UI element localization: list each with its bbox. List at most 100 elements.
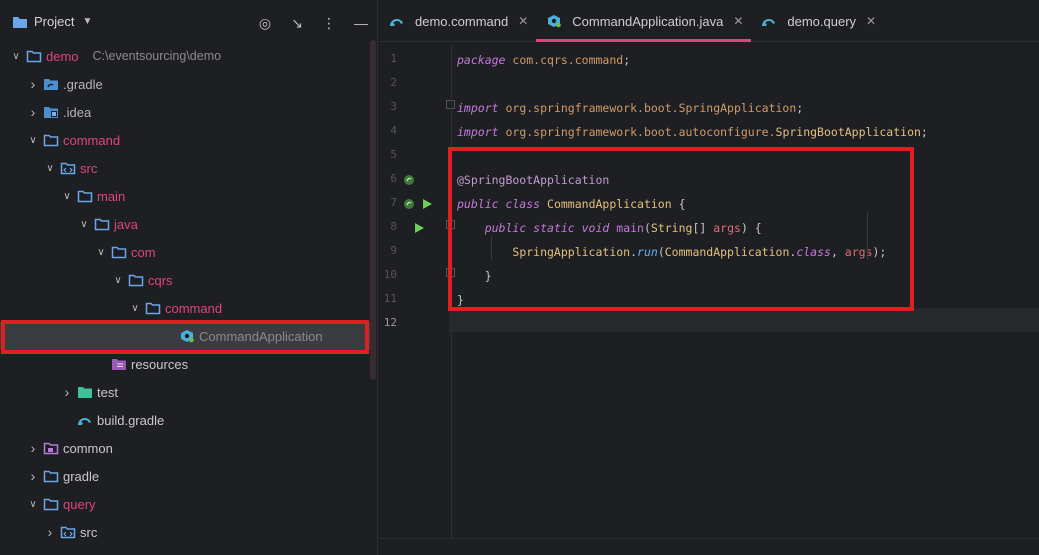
code-token: com.cqrs.command xyxy=(512,53,624,67)
tree-item[interactable]: › .gradle xyxy=(0,70,370,98)
tree-item[interactable]: ∨ cqrs xyxy=(0,266,370,294)
code-line[interactable]: public static void main(String[] args) { xyxy=(457,216,762,240)
tree-item[interactable]: ›CommandApplication xyxy=(0,322,370,350)
chevron-down-icon[interactable]: ∨ xyxy=(127,303,143,314)
tab-label: demo.command xyxy=(415,13,509,29)
tree-item-label: com xyxy=(131,244,156,260)
tree-item-label: java xyxy=(114,216,138,232)
close-icon[interactable]: ✕ xyxy=(866,14,876,28)
code-token: . xyxy=(630,245,638,259)
close-icon[interactable]: ✕ xyxy=(733,14,743,28)
tree-item-label: build.gradle xyxy=(97,412,165,428)
code-line[interactable]: } xyxy=(457,264,492,288)
current-line-highlight xyxy=(449,308,1039,332)
code-token: ( xyxy=(657,245,665,259)
tree-item-label: resources xyxy=(131,356,189,372)
tree-item[interactable]: ∨ demo C:\eventsourcing\demo xyxy=(0,42,370,70)
tree-item[interactable]: ∨ java xyxy=(0,210,370,238)
tree-item-label: demo xyxy=(46,48,79,64)
target-icon[interactable]: ◎ xyxy=(256,14,274,32)
chevron-down-icon[interactable]: ∨ xyxy=(25,499,41,510)
tree-item-label: command xyxy=(165,300,223,316)
line-number: 1 xyxy=(390,52,397,65)
code-line[interactable]: } xyxy=(457,288,464,312)
tree-item[interactable]: ›resources xyxy=(0,350,370,378)
chevron-right-icon[interactable]: › xyxy=(59,384,75,400)
spring-bean-icon[interactable] xyxy=(403,174,415,189)
chevron-right-icon[interactable]: › xyxy=(25,76,41,92)
source-folder-icon xyxy=(60,161,76,175)
tree-item[interactable]: ∨ main xyxy=(0,182,370,210)
code-line[interactable]: SpringApplication.run(CommandApplication… xyxy=(457,240,886,264)
project-folder-icon xyxy=(13,16,27,28)
line-number: 10 xyxy=(383,268,397,281)
line-number: 5 xyxy=(390,148,397,161)
chevron-right-icon[interactable]: › xyxy=(25,440,41,456)
tree-item[interactable]: › common xyxy=(0,434,370,462)
code-token: org.springframework.boot.autoconfigure. xyxy=(505,125,776,139)
code-token: } xyxy=(457,269,492,283)
tree-item[interactable]: ∨ com xyxy=(0,238,370,266)
tree-item[interactable]: › .idea xyxy=(0,98,370,126)
folder-icon xyxy=(43,133,59,147)
tree-item[interactable]: ∨ command xyxy=(0,294,370,322)
tree-item[interactable]: › src xyxy=(0,518,370,546)
tree-item[interactable]: ∨ src xyxy=(0,154,370,182)
code-line[interactable]: public class CommandApplication { xyxy=(457,192,686,216)
chevron-down-icon[interactable]: ∨ xyxy=(42,163,58,174)
folder-icon xyxy=(43,497,59,511)
code-token: SpringApplication xyxy=(512,245,631,259)
tab-label: demo.query xyxy=(787,13,857,29)
chevron-right-icon[interactable]: › xyxy=(25,104,41,120)
chevron-right-icon[interactable]: › xyxy=(25,468,41,484)
tree-item[interactable]: ∨ query xyxy=(0,490,370,518)
code-token: String xyxy=(650,221,693,235)
project-path: C:\eventsourcing\demo xyxy=(92,49,222,63)
tree-scrollbar[interactable] xyxy=(370,40,376,380)
package-icon xyxy=(111,245,127,259)
tree-item[interactable]: › test xyxy=(0,378,370,406)
editor-tab[interactable]: CommandApplication.java ✕ xyxy=(536,0,752,42)
package-icon xyxy=(145,301,161,315)
folder-icon xyxy=(43,469,59,483)
tree-item-label: .idea xyxy=(63,104,92,120)
tree-item[interactable]: ›build.gradle xyxy=(0,546,370,555)
spring-class-icon xyxy=(546,14,562,28)
code-line[interactable]: @SpringBootApplication xyxy=(457,168,609,192)
chevron-down-icon[interactable]: ∨ xyxy=(25,135,41,146)
chevron-right-icon[interactable]: › xyxy=(42,524,58,540)
tree-item[interactable]: ›build.gradle xyxy=(0,406,370,434)
collapse-icon[interactable]: ↘ xyxy=(288,14,306,32)
run-icon[interactable] xyxy=(413,222,425,237)
code-line[interactable]: package com.cqrs.command; xyxy=(457,48,630,72)
tree-item[interactable]: › gradle xyxy=(0,462,370,490)
tree-item-label: common xyxy=(63,440,113,456)
line-number: 8 xyxy=(390,220,397,233)
tree-item[interactable]: ∨ command xyxy=(0,126,370,154)
run-icon[interactable] xyxy=(421,198,433,213)
chevron-down-icon[interactable]: ∨ xyxy=(93,247,109,258)
close-icon[interactable]: ✕ xyxy=(518,14,528,28)
spring-bean-icon[interactable] xyxy=(403,198,415,213)
code-line[interactable]: import org.springframework.boot.SpringAp… xyxy=(457,96,803,120)
chevron-down-icon[interactable]: ∨ xyxy=(76,219,92,230)
chevron-down-icon[interactable]: ∨ xyxy=(8,51,24,62)
chevron-down-icon[interactable]: ∨ xyxy=(59,191,75,202)
project-header: Project ▼ ◎ ↘ ⋮ — xyxy=(0,0,377,46)
chevron-down-icon[interactable]: ∨ xyxy=(110,275,126,286)
project-view-selector[interactable]: Project ▼ xyxy=(12,14,92,29)
tree-item-label: src xyxy=(80,160,98,176)
code-token: public static void xyxy=(484,221,610,235)
chevron-down-icon[interactable]: ▼ xyxy=(82,16,92,27)
more-icon[interactable]: ⋮ xyxy=(320,14,338,32)
code-line[interactable]: import org.springframework.boot.autoconf… xyxy=(457,120,928,144)
editor-tab[interactable]: demo.command ✕ xyxy=(379,0,536,42)
code-token: } xyxy=(457,293,464,307)
editor-area: demo.command ✕ CommandApplication.java ✕ dem… xyxy=(379,0,1039,555)
editor-tab[interactable]: demo.query ✕ xyxy=(751,0,884,42)
line-number: 7 xyxy=(390,196,397,209)
minimize-icon[interactable]: — xyxy=(352,14,370,32)
